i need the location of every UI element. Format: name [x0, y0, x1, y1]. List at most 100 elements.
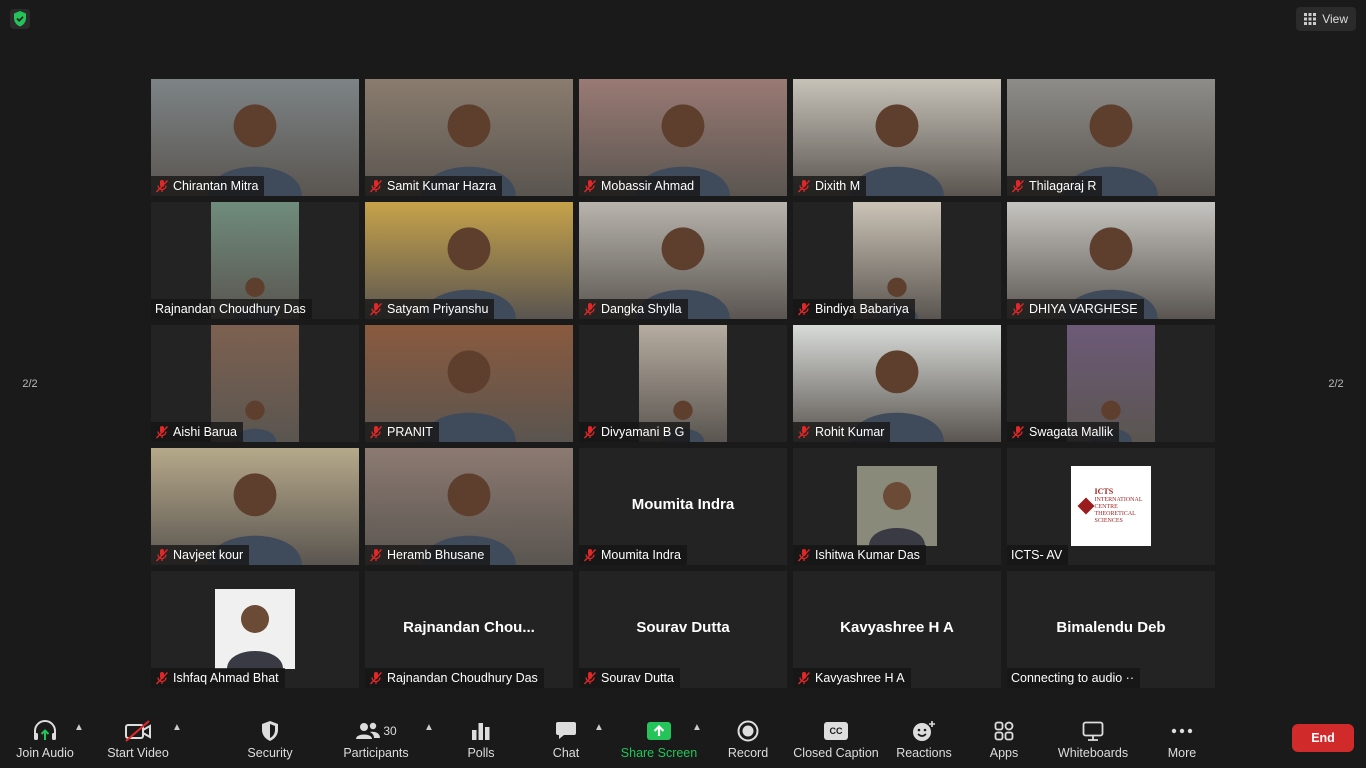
join-audio-button[interactable]: Join Audio [16, 716, 74, 768]
participant-name-label: Aishi Barua [151, 422, 243, 442]
participant-tile[interactable]: Samit Kumar Hazra [365, 79, 573, 196]
start-video-button[interactable]: Start Video [106, 716, 170, 768]
participant-name: Rajnandan Choudhury Das [387, 671, 538, 685]
muted-mic-icon [583, 180, 597, 193]
muted-mic-icon [797, 426, 811, 439]
participant-tile[interactable]: Moumita Indra Moumita Indra [579, 448, 787, 565]
participant-tile[interactable]: Mobassir Ahmad [579, 79, 787, 196]
participants-button[interactable]: 30 Participants [342, 716, 410, 768]
grid-view-icon [1304, 13, 1317, 25]
start-video-label: Start Video [107, 746, 169, 760]
muted-mic-icon [583, 549, 597, 562]
participant-name-label: Dangka Shylla [579, 299, 688, 319]
participant-name-label: Rohit Kumar [793, 422, 891, 442]
participant-name-label: Kavyashree H A [793, 668, 911, 688]
muted-mic-icon [1011, 426, 1025, 439]
participant-tile[interactable]: Divyamani B G [579, 325, 787, 442]
participant-tile[interactable]: Heramb Bhusane [365, 448, 573, 565]
chat-button[interactable]: Chat [550, 716, 582, 768]
more-dots-icon [1171, 728, 1193, 734]
participant-tile[interactable]: DHIYA VARGHESE [1007, 202, 1215, 319]
participant-tile[interactable]: Bimalendu Deb Connecting to audio ·· [1007, 571, 1215, 688]
icts-logo-text: ICTS INTERNATIONAL CENTRE THEORETICAL SCIENC… [1094, 486, 1143, 525]
participants-options-caret[interactable]: ▲ [424, 722, 434, 733]
muted-mic-icon [369, 180, 383, 193]
participant-name: Chirantan Mitra [173, 179, 259, 193]
participant-name-label: Dixith M [793, 176, 867, 196]
muted-mic-icon [155, 426, 169, 439]
participant-name-label: Swagata Mallik [1007, 422, 1120, 442]
participant-name: Mobassir Ahmad [601, 179, 695, 193]
participant-tile[interactable]: Rajnandan Chou... Rajnandan Choudhury Das [365, 571, 573, 688]
participant-tile[interactable]: Thilagaraj R [1007, 79, 1215, 196]
muted-mic-icon [583, 426, 597, 439]
polls-icon [472, 723, 490, 740]
muted-mic-icon [155, 180, 169, 193]
participant-tile[interactable]: Sourav Dutta Sourav Dutta [579, 571, 787, 688]
participants-icon [356, 722, 381, 739]
participant-name: Satyam Priyanshu [387, 302, 489, 316]
polls-button[interactable]: Polls [464, 716, 498, 768]
participant-name: Kavyashree H A [815, 671, 905, 685]
participant-tile[interactable]: Rajnandan Choudhury Das [151, 202, 359, 319]
participant-tile[interactable]: Chirantan Mitra [151, 79, 359, 196]
next-page-button[interactable]: 2/2 [1316, 368, 1356, 390]
participant-name: Swagata Mallik [1029, 425, 1114, 439]
participant-tile[interactable]: Bindiya Babariya [793, 202, 1001, 319]
participant-display-name: Moumita Indra [631, 496, 735, 513]
gallery-grid: Chirantan Mitra Samit Kumar Hazra Mobassir… [151, 79, 1215, 688]
closed-caption-button[interactable]: CC Closed Caption [793, 716, 879, 768]
view-button[interactable]: View [1296, 7, 1356, 31]
muted-mic-icon [1011, 303, 1025, 316]
security-button[interactable]: Security [246, 716, 294, 768]
encryption-shield-icon[interactable] [10, 9, 30, 29]
participant-tile[interactable]: Aishi Barua [151, 325, 359, 442]
share-screen-button[interactable]: Share Screen [621, 716, 697, 768]
audio-options-caret[interactable]: ▲ [74, 722, 84, 733]
participant-tile[interactable]: Dangka Shylla [579, 202, 787, 319]
participant-tile[interactable]: Kavyashree H A Kavyashree H A [793, 571, 1001, 688]
record-button[interactable]: Record [728, 716, 768, 768]
participant-tile[interactable]: Ishitwa Kumar Das [793, 448, 1001, 565]
participant-name: Bindiya Babariya [815, 302, 909, 316]
icts-title-line: INTERNATIONAL [1094, 496, 1143, 503]
participant-name: Dixith M [815, 179, 861, 193]
muted-mic-icon [1011, 180, 1025, 193]
participant-tile[interactable]: ICTS INTERNATIONAL CENTRE THEORETICAL SCIENC… [1007, 448, 1215, 565]
more-label: More [1167, 746, 1197, 760]
apps-button[interactable]: Apps [986, 716, 1022, 768]
record-icon [737, 720, 759, 742]
more-button[interactable]: More [1164, 716, 1200, 768]
chat-icon [556, 722, 576, 739]
participant-name-label: Samit Kumar Hazra [365, 176, 503, 196]
reactions-label: Reactions [896, 746, 952, 760]
muted-mic-icon [369, 303, 383, 316]
participant-tile[interactable]: Swagata Mallik [1007, 325, 1215, 442]
icts-title-line: CENTRE [1094, 503, 1118, 510]
muted-mic-icon [369, 672, 383, 685]
muted-mic-icon [155, 549, 169, 562]
reactions-button[interactable]: Reactions [896, 716, 952, 768]
participant-tile[interactable]: Navjeet kour [151, 448, 359, 565]
previous-page-button[interactable]: 2/2 [10, 368, 50, 390]
icts-abbr: ICTS [1094, 486, 1114, 496]
whiteboards-button[interactable]: Whiteboards [1056, 716, 1130, 768]
page-indicator-left: 2/2 [22, 378, 38, 390]
share-options-caret[interactable]: ▲ [692, 722, 702, 733]
participant-tile[interactable]: PRANIT [365, 325, 573, 442]
page-indicator-right: 2/2 [1328, 378, 1344, 390]
video-options-caret[interactable]: ▲ [172, 722, 182, 733]
participant-display-name: Rajnandan Chou... [403, 619, 535, 636]
participant-tile[interactable]: Dixith M [793, 79, 1001, 196]
person-silhouette-icon [227, 605, 283, 669]
muted-mic-icon [583, 303, 597, 316]
participant-display-name: Sourav Dutta [636, 619, 730, 636]
end-meeting-button[interactable]: End [1292, 724, 1354, 752]
chat-options-caret[interactable]: ▲ [594, 722, 604, 733]
participant-tile[interactable]: Ishfaq Ahmad Bhat [151, 571, 359, 688]
participant-name: Sourav Dutta [601, 671, 674, 685]
view-label: View [1322, 12, 1348, 26]
participant-tile[interactable]: Satyam Priyanshu [365, 202, 573, 319]
participant-tile[interactable]: Rohit Kumar [793, 325, 1001, 442]
chat-label: Chat [552, 746, 580, 760]
